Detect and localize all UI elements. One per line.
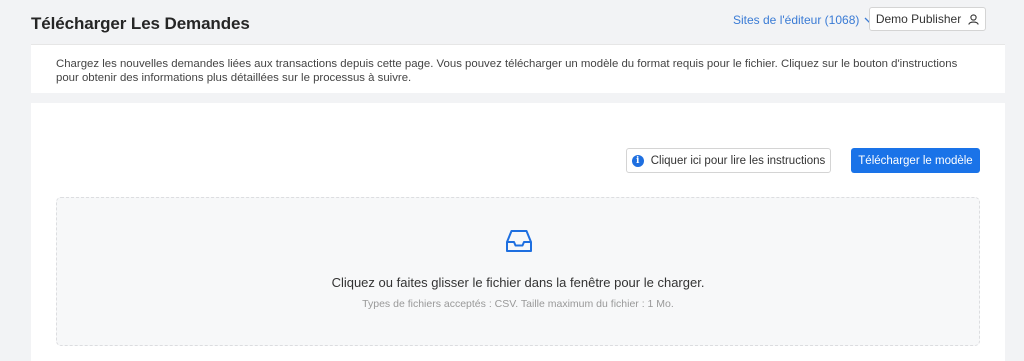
info-panel: Chargez les nouvelles demandes liées aux… — [31, 44, 1005, 93]
download-template-button[interactable]: Télécharger le modèle — [851, 148, 980, 173]
publisher-sites-dropdown[interactable]: Sites de l'éditeur (1068) — [733, 11, 875, 29]
page-header: Télécharger Les Demandes Sites de l'édit… — [0, 0, 1024, 44]
info-description: Chargez les nouvelles demandes liées aux… — [56, 58, 958, 84]
instructions-label: Cliquer ici pour lire les instructions — [650, 154, 826, 167]
info-icon: i — [631, 154, 644, 167]
file-dropzone[interactable]: Cliquez ou faites glisser le fichier dan… — [56, 197, 980, 346]
upload-card: i Cliquer ici pour lire les instructions… — [31, 103, 1005, 361]
publisher-sites-label: Sites de l'éditeur (1068) — [733, 13, 860, 27]
publisher-account-button[interactable]: Demo Publisher — [869, 7, 986, 31]
dropzone-hint-text: Types de fichiers acceptés : CSV. Taille… — [362, 298, 674, 310]
dropzone-main-text: Cliquez ou faites glisser le fichier dan… — [331, 275, 705, 290]
user-icon — [968, 13, 979, 25]
inbox-icon — [506, 230, 532, 252]
page-title: Télécharger Les Demandes — [31, 14, 250, 33]
instructions-button[interactable]: i Cliquer ici pour lire les instructions — [626, 148, 831, 173]
publisher-name: Demo Publisher — [875, 12, 962, 26]
